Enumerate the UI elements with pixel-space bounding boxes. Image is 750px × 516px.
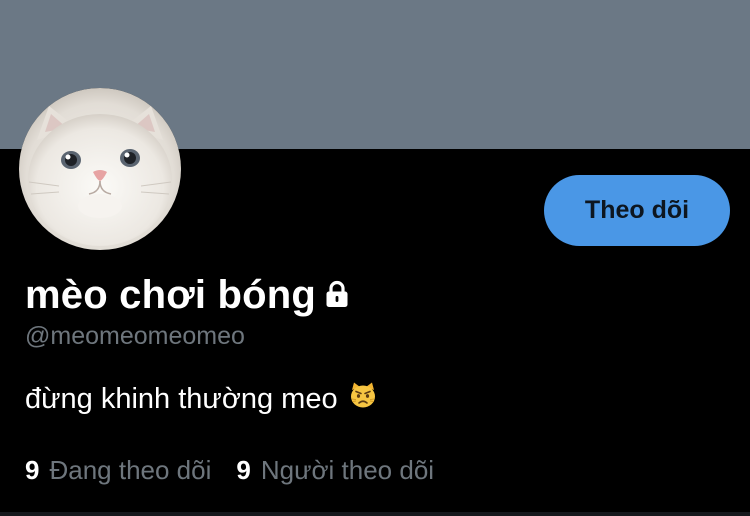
followers-count: 9 <box>236 455 251 485</box>
followers-stat[interactable]: 9 Người theo dõi <box>236 455 434 486</box>
profile-stats: 9 Đang theo dõi 9 Người theo dõi <box>25 455 434 486</box>
pouting-cat-icon <box>349 381 377 417</box>
following-label: Đang theo dõi <box>49 455 212 485</box>
divider <box>0 512 750 516</box>
lock-icon <box>322 274 352 319</box>
following-stat[interactable]: 9 Đang theo dõi <box>25 455 211 486</box>
following-count: 9 <box>25 455 40 485</box>
cat-photo <box>19 88 181 250</box>
profile-handle: @meomeomeomeo <box>25 322 245 350</box>
profile-bio-row: đừng khinh thường meo <box>25 381 377 417</box>
follow-button[interactable]: Theo dõi <box>544 175 730 246</box>
display-name: mèo chơi bóng <box>25 273 317 317</box>
avatar[interactable] <box>19 88 181 250</box>
profile-name-row: mèo chơi bóng <box>25 272 352 319</box>
profile-bio: đừng khinh thường meo <box>25 382 338 415</box>
followers-label: Người theo dõi <box>260 455 435 485</box>
